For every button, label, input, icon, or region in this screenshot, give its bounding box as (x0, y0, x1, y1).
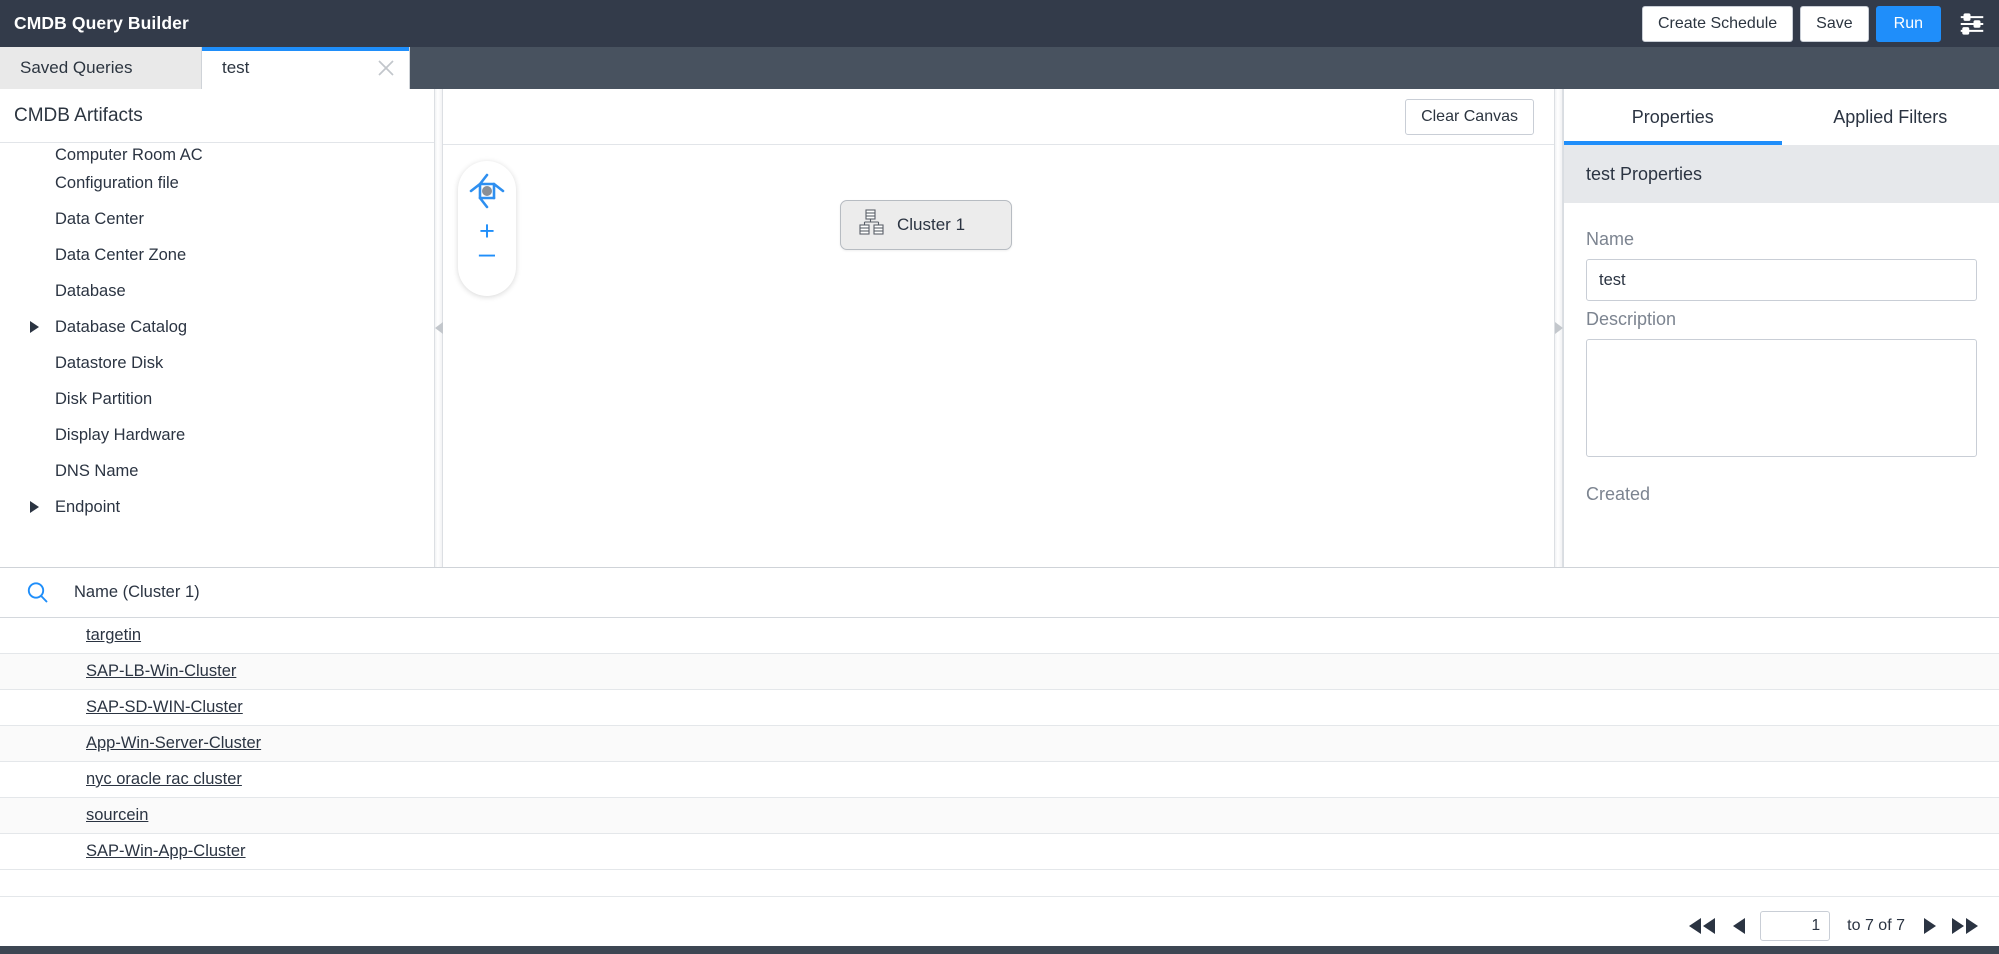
close-icon[interactable] (377, 59, 395, 77)
page-title: CMDB Query Builder (14, 13, 189, 33)
tab-saved-queries[interactable]: Saved Queries (0, 47, 202, 89)
results-table-body: targetin SAP-LB-Win-Cluster SAP-SD-WIN-C… (0, 618, 1999, 870)
previous-page-icon[interactable] (1731, 917, 1747, 934)
artifact-tree: Computer Room AC Configuration file Data… (0, 144, 440, 525)
tree-item-label: Endpoint (55, 497, 121, 516)
table-row[interactable]: nyc oracle rac cluster (0, 762, 1999, 798)
tab-saved-queries-label: Saved Queries (20, 58, 133, 77)
tree-item-label: Data Center (55, 209, 144, 228)
query-canvas-panel: Clear Canvas + – Cluster 1 (443, 89, 1554, 567)
tab-applied-filters[interactable]: Applied Filters (1782, 89, 1999, 145)
results-panel: Name (Cluster 1) targetin SAP-LB-Win-Clu… (0, 567, 1999, 954)
table-row[interactable]: sourcein (0, 798, 1999, 834)
tree-item-data-center[interactable]: Data Center (0, 201, 440, 237)
chevron-right-icon[interactable] (30, 321, 39, 333)
left-panel-splitter[interactable] (434, 89, 443, 567)
created-field-label: Created (1586, 484, 1651, 504)
clear-canvas-button[interactable]: Clear Canvas (1405, 98, 1534, 135)
top-bar: CMDB Query Builder Create Schedule Save … (0, 0, 1999, 47)
collapse-right-icon[interactable] (1554, 322, 1563, 334)
pagination-status: to 7 of 7 (1847, 916, 1905, 934)
result-link[interactable]: sourcein (86, 806, 148, 824)
results-header-row: Name (Cluster 1) (0, 568, 1999, 618)
tree-item-display-hardware[interactable]: Display Hardware (0, 417, 440, 453)
tree-header: CMDB Artifacts (0, 89, 440, 143)
description-field-label: Description (1586, 309, 1677, 329)
tree-item-data-center-zone[interactable]: Data Center Zone (0, 237, 440, 273)
canvas-node-cluster-1[interactable]: Cluster 1 (840, 200, 1012, 250)
result-link[interactable]: SAP-Win-App-Cluster (86, 842, 246, 860)
result-link[interactable]: App-Win-Server-Cluster (86, 734, 261, 752)
cmdb-artifacts-panel: CMDB Artifacts Computer Room AC Configur… (0, 89, 441, 567)
tree-item-label: Database (55, 281, 126, 300)
properties-form: Name Description Created (1564, 203, 1999, 505)
tree-item-endpoint[interactable]: Endpoint (0, 489, 440, 525)
result-link[interactable]: SAP-SD-WIN-Cluster (86, 698, 243, 716)
table-row[interactable]: SAP-Win-App-Cluster (0, 834, 1999, 870)
search-icon[interactable] (0, 580, 74, 605)
tree-item-label: Configuration file (55, 173, 179, 192)
tree-item-label: Database Catalog (55, 317, 188, 336)
table-row[interactable]: SAP-LB-Win-Cluster (0, 654, 1999, 690)
tree-item-database-catalog[interactable]: Database Catalog (0, 309, 440, 345)
tree-item-dns-name[interactable]: DNS Name (0, 453, 440, 489)
properties-subheader: test Properties (1564, 145, 1999, 203)
tab-properties[interactable]: Properties (1564, 89, 1782, 145)
name-field[interactable] (1586, 259, 1977, 301)
save-button[interactable]: Save (1800, 5, 1869, 42)
result-link[interactable]: nyc oracle rac cluster (86, 770, 242, 788)
properties-panel: Properties Applied Filters test Properti… (1563, 89, 1999, 567)
tree-item-configuration-file[interactable]: Configuration file (0, 165, 440, 201)
canvas-navigation-control: + – (458, 161, 516, 296)
bottom-strip (0, 946, 1999, 954)
first-page-icon[interactable] (1688, 917, 1718, 934)
top-bar-actions: Create Schedule Save Run (1641, 5, 1999, 42)
run-button[interactable]: Run (1875, 5, 1941, 42)
canvas-toolbar: Clear Canvas (443, 89, 1554, 145)
right-panel-splitter[interactable] (1554, 89, 1563, 567)
tab-strip: Saved Queries test (0, 47, 1999, 89)
tree-item-datastore-disk[interactable]: Datastore Disk (0, 345, 440, 381)
tab-test-label: test (222, 58, 250, 77)
tree-item-label: DNS Name (55, 461, 139, 480)
tab-properties-label: Properties (1631, 106, 1714, 127)
cluster-icon (859, 208, 885, 242)
page-number-input[interactable] (1760, 910, 1831, 941)
sliders-icon[interactable] (1957, 9, 1987, 39)
main-workspace: CMDB Artifacts Computer Room AC Configur… (0, 89, 1999, 567)
tree-item-disk-partition[interactable]: Disk Partition (0, 381, 440, 417)
collapse-left-icon[interactable] (434, 322, 443, 334)
tree-item-label: Display Hardware (55, 425, 186, 444)
table-row[interactable]: SAP-SD-WIN-Cluster (0, 690, 1999, 726)
tree-item-label: Datastore Disk (55, 353, 164, 372)
tab-test[interactable]: test (202, 47, 410, 89)
canvas-area[interactable]: + – Cluster 1 (443, 145, 1554, 567)
zoom-out-button[interactable]: – (470, 239, 504, 268)
create-schedule-button[interactable]: Create Schedule (1641, 5, 1794, 42)
result-link[interactable]: targetin (86, 626, 141, 644)
canvas-node-label: Cluster 1 (897, 215, 966, 234)
result-link[interactable]: SAP-LB-Win-Cluster (86, 662, 236, 680)
name-field-label: Name (1586, 229, 1635, 249)
chevron-right-icon[interactable] (30, 501, 39, 513)
table-row[interactable]: targetin (0, 618, 1999, 654)
tree-item-label: Computer Room AC (55, 146, 203, 164)
next-page-icon[interactable] (1922, 917, 1938, 934)
table-row[interactable]: App-Win-Server-Cluster (0, 726, 1999, 762)
tree-item-label: Disk Partition (55, 389, 153, 408)
tree-scroll-area[interactable]: Computer Room AC Configuration file Data… (0, 144, 440, 567)
cmdb-query-builder-app: CMDB Query Builder Create Schedule Save … (0, 0, 1999, 954)
tree-item-database[interactable]: Database (0, 273, 440, 309)
pan-control-icon[interactable] (461, 165, 513, 217)
column-header-name: Name (Cluster 1) (74, 583, 200, 601)
properties-tab-bar: Properties Applied Filters (1564, 89, 1999, 145)
description-field[interactable] (1586, 339, 1977, 457)
last-page-icon[interactable] (1951, 917, 1981, 934)
tree-item-computer-room-ac[interactable]: Computer Room AC (0, 144, 440, 165)
tab-applied-filters-label: Applied Filters (1833, 106, 1948, 127)
tree-item-label: Data Center Zone (55, 245, 187, 264)
